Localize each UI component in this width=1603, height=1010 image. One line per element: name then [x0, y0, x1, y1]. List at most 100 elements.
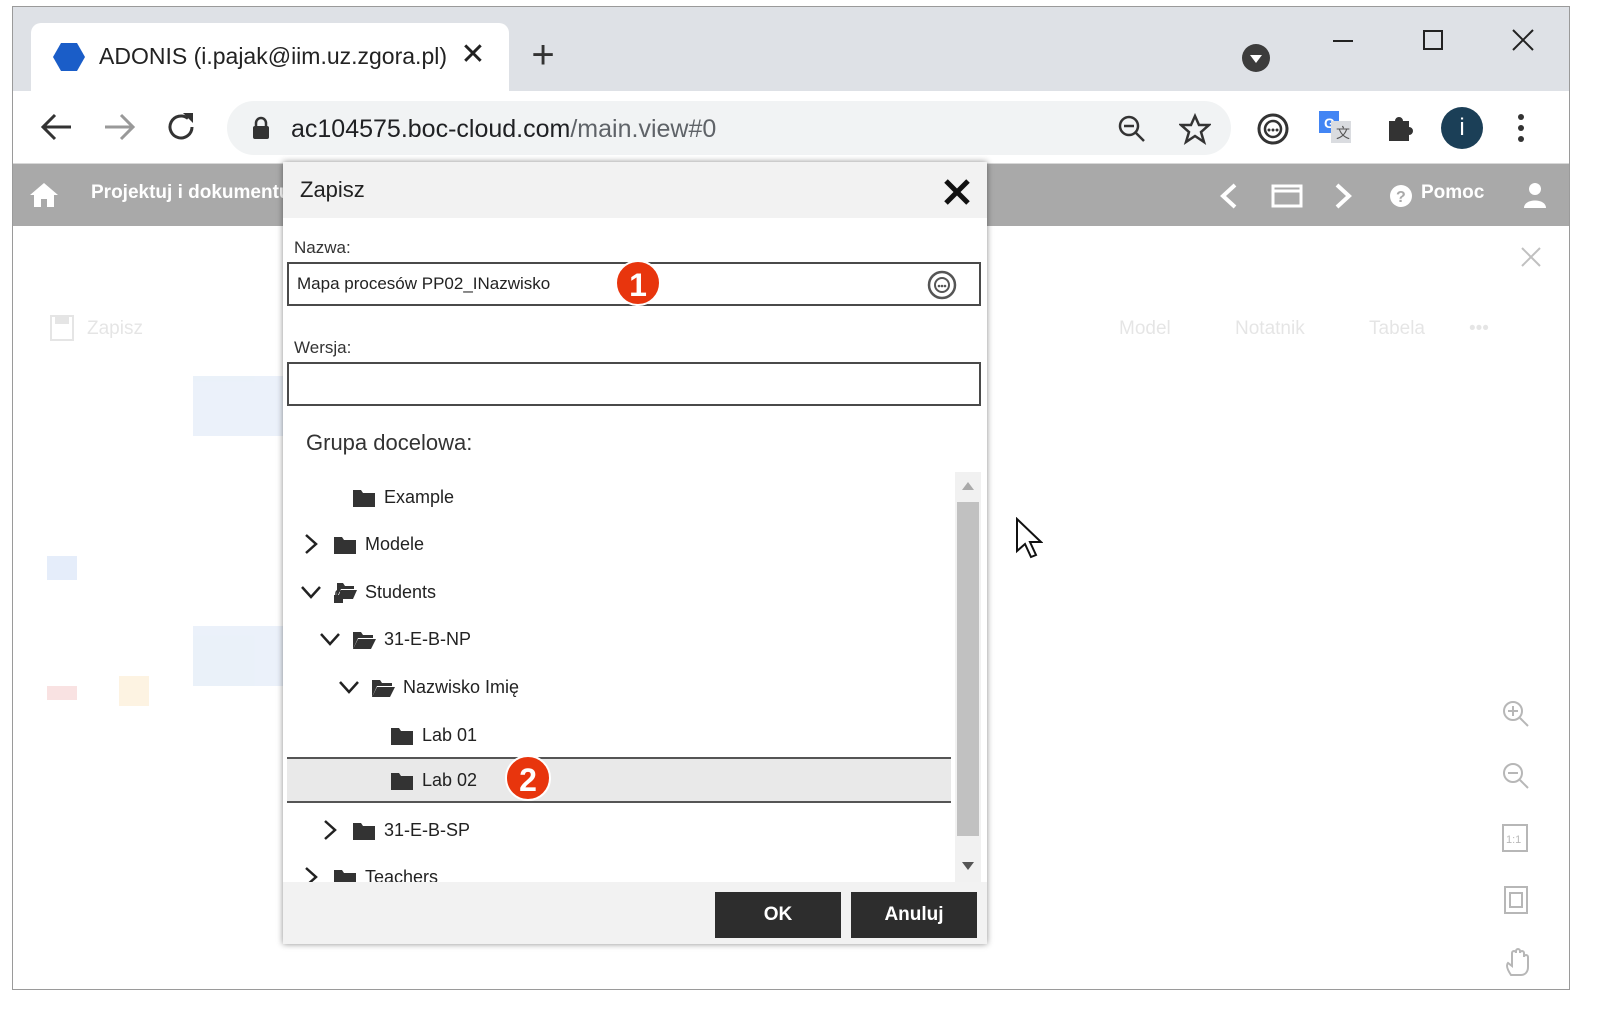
tree-item[interactable]: Modele [287, 521, 951, 567]
address-bar[interactable]: ac104575.boc-cloud.com/main.view#0 [227, 101, 1231, 155]
pan-hand-tool-icon[interactable] [1503, 947, 1531, 977]
scroll-down-icon[interactable] [962, 862, 974, 870]
folder-open-icon [372, 680, 395, 697]
tab-title: ADONIS (i.pajak@iim.uz.zgora.pl) [99, 43, 447, 69]
previous-icon[interactable] [1217, 182, 1241, 210]
password-manager-icon[interactable] [927, 270, 957, 300]
forward-icon[interactable] [97, 105, 141, 149]
minimize-icon[interactable] [1321, 21, 1365, 61]
tree-item-label: Teachers [365, 867, 439, 882]
browser-window: ADONIS (i.pajak@iim.uz.zgora.pl) ✕ + ac1… [12, 6, 1570, 990]
tree-item-label: Lab 01 [422, 725, 478, 745]
chevron-right-icon[interactable] [299, 865, 323, 882]
bookmark-star-icon[interactable] [1179, 113, 1211, 145]
media-control-icon[interactable] [1241, 43, 1271, 73]
bg-tab-tabela: Tabela [1369, 318, 1425, 339]
mouse-cursor-icon [1016, 517, 1043, 559]
reload-icon[interactable] [159, 105, 203, 149]
chevron-down-icon[interactable] [337, 675, 361, 699]
tree-item-label: 31-E-B-NP [384, 629, 472, 649]
password-extension-icon[interactable] [1255, 111, 1291, 147]
svg-text:文: 文 [1336, 125, 1350, 141]
tree-item-label: Lab 02 [422, 770, 478, 790]
app-title: Projektuj i dokumentuj [91, 182, 296, 203]
adonis-favicon-icon [53, 43, 85, 71]
tree-item-label: Nazwisko Imię [403, 677, 520, 697]
chevron-down-icon[interactable] [299, 580, 323, 604]
profile-avatar[interactable]: i [1441, 107, 1483, 149]
folder-icon [391, 728, 413, 745]
back-icon[interactable] [35, 105, 79, 149]
tree-item[interactable]: Lab 02 [287, 757, 951, 803]
dialog-footer: OK Anuluj [283, 882, 987, 944]
version-label: Wersja: [294, 338, 352, 357]
zoom-out-tool-icon[interactable] [1501, 761, 1531, 791]
folder-icon [353, 490, 375, 507]
tree-item[interactable]: Nazwisko Imię [287, 664, 951, 710]
tree-item[interactable]: Students [287, 569, 951, 615]
tree-item[interactable]: Teachers [287, 854, 951, 882]
help-link[interactable]: Pomoc [1421, 182, 1484, 204]
folder-tree: Example Modele Students 31-E-B-NP Nazwisko I… [287, 472, 955, 882]
tab-strip: ADONIS (i.pajak@iim.uz.zgora.pl) ✕ + [13, 7, 1569, 91]
cancel-button[interactable]: Anuluj [851, 892, 977, 938]
google-translate-icon[interactable]: G文 [1317, 109, 1353, 145]
folder-icon [334, 870, 356, 882]
name-input[interactable] [297, 274, 897, 294]
zoom-out-icon[interactable] [1117, 114, 1147, 144]
tree-scrollbar[interactable] [955, 472, 981, 882]
tree-item[interactable]: 31-E-B-NP [287, 616, 951, 662]
fit-page-tool-icon[interactable] [1503, 885, 1529, 915]
scroll-up-icon[interactable] [962, 482, 974, 490]
bg-shape [47, 686, 77, 700]
maximize-icon[interactable] [1411, 21, 1455, 61]
version-field[interactable] [287, 362, 981, 406]
home-icon[interactable] [29, 182, 59, 208]
dialog-header: Zapisz [283, 162, 987, 218]
folder-open-icon [353, 632, 376, 649]
zoom-in-tool-icon[interactable] [1501, 699, 1531, 729]
save-icon [50, 315, 74, 341]
extensions-puzzle-icon[interactable] [1383, 111, 1417, 145]
url-text[interactable]: ac104575.boc-cloud.com/main.view#0 [291, 115, 716, 144]
bg-shape [47, 556, 77, 580]
ok-button[interactable]: OK [715, 892, 841, 938]
help-icon[interactable]: ? [1389, 184, 1413, 208]
annotation-badge-2: 2 [505, 755, 551, 801]
dialog-title: Zapisz [300, 177, 365, 202]
svg-text:?: ? [1396, 189, 1406, 206]
tree-item[interactable]: Example [287, 474, 951, 520]
window-close-icon[interactable] [1501, 21, 1545, 61]
folder-icon [353, 823, 375, 840]
bg-save-label: Zapisz [87, 318, 143, 339]
folder-open-locked-icon [334, 583, 357, 603]
window-icon[interactable] [1271, 184, 1303, 208]
next-icon[interactable] [1331, 182, 1355, 210]
save-dialog: Zapisz Nazwa: 1 Wersja: Grupa docelowa: … [283, 162, 987, 944]
tree-item-label: Example [384, 487, 455, 507]
user-icon[interactable] [1523, 182, 1547, 208]
folder-icon [334, 537, 356, 554]
scroll-thumb[interactable] [957, 502, 979, 836]
actual-size-tool-icon[interactable]: 1:1 [1501, 823, 1529, 853]
bg-tab-notatnik: Notatnik [1235, 318, 1305, 339]
workspace-close-icon[interactable] [1519, 245, 1543, 269]
version-input[interactable] [297, 374, 897, 394]
chevron-right-icon[interactable] [318, 818, 342, 842]
bg-shape [119, 676, 149, 706]
chevron-right-icon[interactable] [299, 532, 323, 556]
dialog-close-icon[interactable] [941, 176, 973, 208]
tab-close-icon[interactable]: ✕ [455, 37, 491, 73]
tree-item-label: 31-E-B-SP [384, 820, 471, 840]
chevron-down-icon[interactable] [318, 627, 342, 651]
annotation-badge-1: 1 [615, 260, 661, 306]
browser-tab[interactable]: ADONIS (i.pajak@iim.uz.zgora.pl) ✕ [31, 23, 509, 91]
svg-text:1:1: 1:1 [1506, 834, 1521, 846]
bg-tab-model: Model [1119, 318, 1171, 339]
tree-item[interactable]: Lab 01 [287, 712, 951, 758]
more-menu-icon[interactable] [1511, 111, 1531, 145]
tree-item-label: Modele [365, 534, 425, 554]
new-tab-button[interactable]: + [523, 35, 563, 75]
tree-item[interactable]: 31-E-B-SP [287, 807, 951, 853]
lock-icon[interactable] [251, 116, 271, 140]
